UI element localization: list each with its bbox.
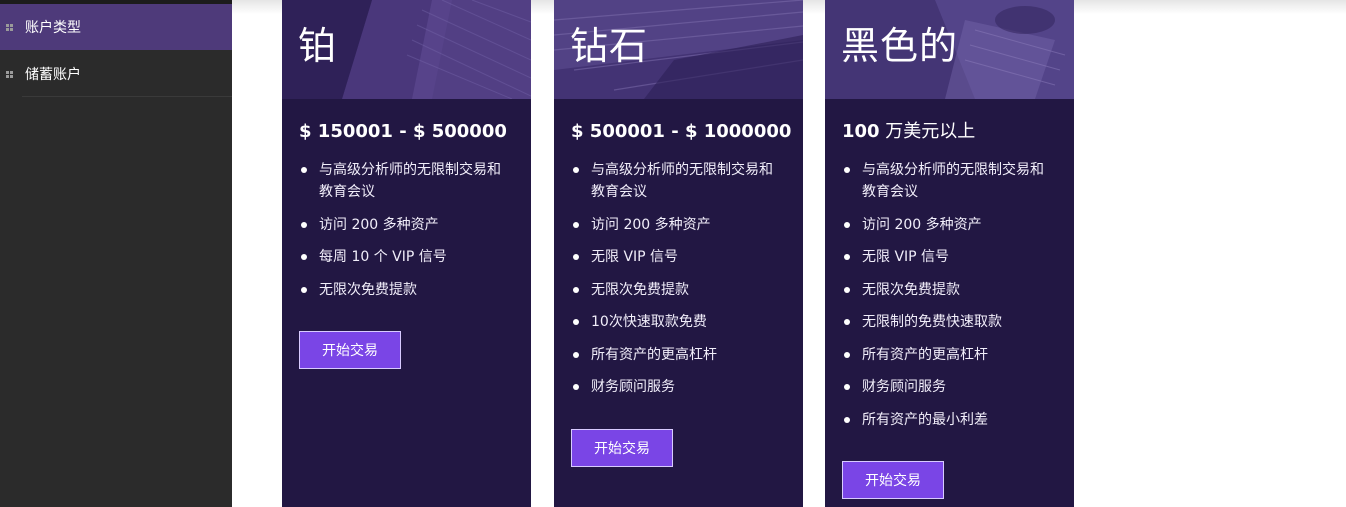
start-trading-button[interactable]: 开始交易 bbox=[842, 461, 944, 499]
feature-item: 访问 200 多种资产 bbox=[571, 214, 786, 236]
card-hero-image: 钻石 bbox=[554, 0, 803, 99]
feature-item: 每周 10 个 VIP 信号 bbox=[299, 246, 514, 268]
sidebar-item-label: 储蓄账户 bbox=[25, 67, 81, 83]
price-range: 100 万美元以上 bbox=[842, 120, 975, 144]
account-card-black: 黑色的 100 万美元以上 与高级分析师的无限制交易和教育会议 访问 200 多… bbox=[825, 0, 1074, 507]
sidebar-item-account-types[interactable]: 账户类型 bbox=[0, 4, 232, 50]
feature-item: 无限次免费提款 bbox=[571, 279, 786, 301]
account-card-platinum: 铂 $ 150001 - $ 500000 与高级分析师的无限制交易和教育会议 … bbox=[282, 0, 531, 507]
grid-icon bbox=[6, 70, 13, 78]
feature-item: 无限次免费提款 bbox=[299, 279, 514, 301]
feature-item: 所有资产的更高杠杆 bbox=[842, 344, 1057, 366]
price-amount: 100 bbox=[842, 121, 880, 142]
feature-item: 10次快速取款免费 bbox=[571, 311, 786, 333]
start-trading-button[interactable]: 开始交易 bbox=[299, 331, 401, 369]
feature-item: 无限 VIP 信号 bbox=[842, 246, 1057, 268]
card-title: 钻石 bbox=[570, 24, 649, 68]
price-unit: 万美元以上 bbox=[879, 121, 976, 142]
sidebar: 账户类型 储蓄账户 bbox=[0, 0, 232, 507]
feature-item: 财务顾问服务 bbox=[571, 376, 786, 398]
feature-item: 财务顾问服务 bbox=[842, 376, 1057, 398]
sidebar-item-label: 账户类型 bbox=[25, 20, 81, 36]
feature-list: 与高级分析师的无限制交易和教育会议 访问 200 多种资产 无限 VIP 信号 … bbox=[842, 159, 1057, 441]
feature-item: 与高级分析师的无限制交易和教育会议 bbox=[571, 159, 786, 203]
card-hero-image: 铂 bbox=[282, 0, 531, 99]
feature-item: 无限 VIP 信号 bbox=[571, 246, 786, 268]
grid-icon bbox=[6, 23, 13, 31]
feature-item: 访问 200 多种资产 bbox=[842, 214, 1057, 236]
sidebar-item-savings-account[interactable]: 储蓄账户 bbox=[0, 51, 232, 97]
feature-item: 无限制的免费快速取款 bbox=[842, 311, 1057, 333]
feature-item: 访问 200 多种资产 bbox=[299, 214, 514, 236]
feature-item: 无限次免费提款 bbox=[842, 279, 1057, 301]
start-trading-button[interactable]: 开始交易 bbox=[571, 429, 673, 467]
feature-list: 与高级分析师的无限制交易和教育会议 访问 200 多种资产 每周 10 个 VI… bbox=[299, 159, 514, 311]
feature-item: 所有资产的最小利差 bbox=[842, 409, 1057, 431]
card-hero-image: 黑色的 bbox=[825, 0, 1074, 99]
card-title: 铂 bbox=[298, 24, 338, 68]
feature-item: 与高级分析师的无限制交易和教育会议 bbox=[299, 159, 514, 203]
price-range: $ 500001 - $ 1000000 bbox=[571, 121, 792, 142]
account-card-diamond: 钻石 $ 500001 - $ 1000000 与高级分析师的无限制交易和教育会… bbox=[554, 0, 803, 507]
feature-item: 所有资产的更高杠杆 bbox=[571, 344, 786, 366]
feature-list: 与高级分析师的无限制交易和教育会议 访问 200 多种资产 无限 VIP 信号 … bbox=[571, 159, 786, 409]
price-range: $ 150001 - $ 500000 bbox=[299, 121, 507, 142]
sidebar-divider bbox=[22, 96, 232, 97]
card-title: 黑色的 bbox=[841, 24, 959, 68]
feature-item: 与高级分析师的无限制交易和教育会议 bbox=[842, 159, 1057, 203]
